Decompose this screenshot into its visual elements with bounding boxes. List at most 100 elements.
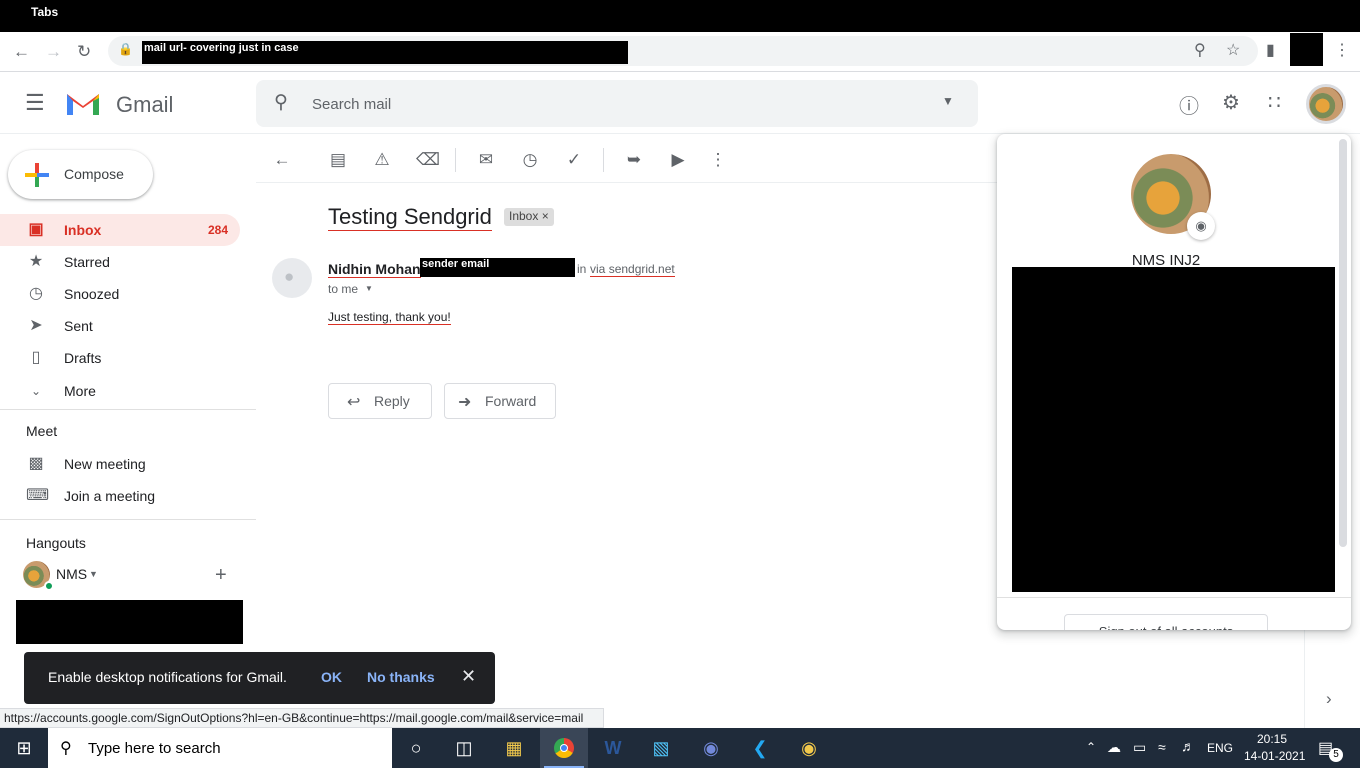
more-actions-icon[interactable]: ⋮ (708, 150, 728, 170)
hangouts-status-dropdown-icon[interactable]: ▼ (89, 569, 98, 579)
reply-button[interactable]: ↩ Reply (328, 383, 432, 419)
browser-menu-icon[interactable]: ⋮ (1334, 40, 1350, 60)
notepad-icon[interactable]: ▧ (637, 728, 685, 768)
reload-icon[interactable]: ↻ (77, 42, 91, 62)
new-meeting-label: New meeting (64, 456, 146, 472)
via-link[interactable]: via sendgrid.net (590, 262, 675, 277)
bookmark-star-icon[interactable]: ☆ (1226, 40, 1240, 60)
close-icon[interactable]: ✕ (461, 666, 476, 687)
browser-tab-strip: Tabs (0, 0, 1360, 32)
sidebar-item-drafts[interactable]: ▯ Drafts (0, 342, 240, 374)
notification-snackbar: Enable desktop notifications for Gmail. … (24, 652, 495, 704)
join-meeting-label: Join a meeting (64, 488, 156, 504)
sender-name[interactable]: Nidhin Mohan (328, 261, 421, 278)
account-avatar[interactable] (1306, 84, 1346, 124)
hangouts-heading: Hangouts (26, 535, 86, 551)
task-view-icon[interactable]: ◫ (440, 728, 488, 768)
notification-ok-button[interactable]: OK (321, 669, 342, 685)
camera-icon[interactable]: ◉ (1187, 212, 1215, 240)
compose-button[interactable]: Compose (8, 150, 153, 199)
discord-icon[interactable]: ◉ (687, 728, 735, 768)
settings-gear-icon[interactable]: ⚙ (1222, 90, 1240, 115)
forward-icon[interactable]: → (45, 42, 62, 62)
sidebar-item-label: Starred (64, 254, 110, 270)
inbox-icon: ▣ (28, 221, 44, 238)
reply-label: Reply (374, 393, 410, 409)
sidebar-item-more[interactable]: ⌄ More (0, 375, 240, 407)
account-popup: ◉ NMS INJ2 Sign out of all accounts (997, 134, 1351, 630)
word-icon[interactable]: W (589, 728, 637, 768)
volume-icon[interactable]: ♬ (1181, 738, 1195, 754)
sender-avatar[interactable]: ● (272, 258, 312, 298)
snooze-icon[interactable]: ◷ (520, 150, 540, 170)
profile-cover[interactable] (1290, 33, 1323, 66)
clock-date[interactable]: 14-01-2021 (1244, 749, 1305, 763)
forward-button[interactable]: ➜ Forward (444, 383, 556, 419)
back-to-inbox-icon[interactable]: ← (272, 150, 292, 170)
apps-grid-icon[interactable]: ∷ (1268, 90, 1281, 115)
sidebar-item-label: Snoozed (64, 286, 120, 302)
main-menu-icon[interactable]: ☰ (25, 90, 45, 116)
popup-scrollbar[interactable] (1339, 139, 1347, 547)
recipient-details-dropdown-icon[interactable]: ▼ (365, 284, 373, 293)
notification-text: Enable desktop notifications for Gmail. (48, 669, 287, 685)
clock-time[interactable]: 20:15 (1257, 732, 1287, 746)
archive-icon[interactable]: ▤ (328, 150, 348, 170)
back-icon[interactable]: ← (13, 42, 30, 62)
report-spam-icon[interactable]: ⚠ (372, 150, 392, 170)
label-icon[interactable]: ▶ (668, 150, 688, 170)
wifi-icon[interactable]: ≈ (1158, 739, 1166, 755)
hangouts-user-name[interactable]: NMS (56, 566, 87, 582)
gmail-logo-icon[interactable] (65, 90, 101, 117)
mark-unread-icon[interactable]: ✉ (476, 150, 496, 170)
help-icon[interactable]: ⓘ (1179, 90, 1199, 119)
key-icon[interactable]: ⚲ (1194, 40, 1206, 60)
show-hidden-icons[interactable]: ⌃ (1086, 740, 1096, 754)
chrome-taskbar-button[interactable] (540, 728, 588, 768)
add-hangout-icon[interactable]: + (215, 564, 227, 587)
via-prefix: in (577, 262, 587, 276)
sign-out-all-button[interactable]: Sign out of all accounts (1064, 614, 1268, 630)
vscode-icon[interactable]: ❮ (736, 728, 784, 768)
sidebar-item-label: Inbox (64, 222, 102, 238)
tab-strip-title: Tabs (31, 5, 59, 19)
search-input[interactable] (312, 93, 912, 115)
taskbar-search-box[interactable]: ⚲ Type here to search (48, 728, 392, 768)
windows-start-icon[interactable]: ⊞ (0, 728, 48, 768)
battery-icon[interactable]: ▭ (1133, 739, 1146, 756)
star-icon: ★ (28, 253, 44, 270)
language-indicator[interactable]: ENG (1207, 741, 1233, 755)
redacted-block (16, 600, 243, 644)
sidebar-item-inbox[interactable]: ▣ Inbox 284 (0, 214, 240, 246)
clock-icon: ◷ (29, 285, 43, 302)
paint-icon[interactable]: ◉ (785, 728, 833, 768)
remove-label-icon[interactable]: × (542, 209, 549, 223)
onedrive-icon[interactable]: ☁ (1107, 739, 1121, 756)
search-icon[interactable]: ⚲ (274, 91, 288, 114)
sidebar-item-label: Drafts (64, 350, 102, 366)
new-meeting-item[interactable]: ▩ New meeting (0, 448, 240, 480)
file-explorer-icon[interactable]: ▦ (490, 728, 538, 768)
cortana-icon[interactable]: ○ (392, 728, 440, 768)
show-side-panel-icon[interactable]: › (1326, 689, 1332, 709)
notification-no-thanks-button[interactable]: No thanks (367, 669, 435, 685)
forward-label: Forward (485, 393, 537, 409)
sidebar-item-starred[interactable]: ★ Starred (0, 246, 240, 278)
inbox-label-chip[interactable]: Inbox × (504, 208, 554, 226)
sidebar-item-sent[interactable]: ➤ Sent (0, 310, 240, 342)
search-options-icon[interactable]: ▼ (942, 94, 954, 108)
sidebar-item-snoozed[interactable]: ◷ Snoozed (0, 278, 240, 310)
move-to-icon[interactable]: ➥ (624, 150, 644, 170)
windows-taskbar: ⊞ ⚲ Type here to search ○ ◫ ▦ W ▧ ◉ ❮ ◉ … (0, 728, 1360, 768)
search-bar[interactable]: ⚲ ▼ (256, 80, 978, 127)
delete-icon[interactable]: ⌫ (416, 150, 440, 170)
inbox-count: 284 (207, 223, 228, 237)
keyboard-icon: ⌨ (26, 487, 50, 504)
sidebar-item-label: Sent (64, 318, 93, 334)
extensions-icon[interactable]: ▮ (1266, 40, 1275, 60)
via-word: via (590, 262, 606, 276)
forward-icon: ➜ (458, 394, 472, 411)
add-to-tasks-icon[interactable]: ✓ (564, 150, 584, 170)
url-text[interactable]: mail url- covering just in case (142, 41, 628, 64)
join-meeting-item[interactable]: ⌨ Join a meeting (0, 480, 240, 512)
